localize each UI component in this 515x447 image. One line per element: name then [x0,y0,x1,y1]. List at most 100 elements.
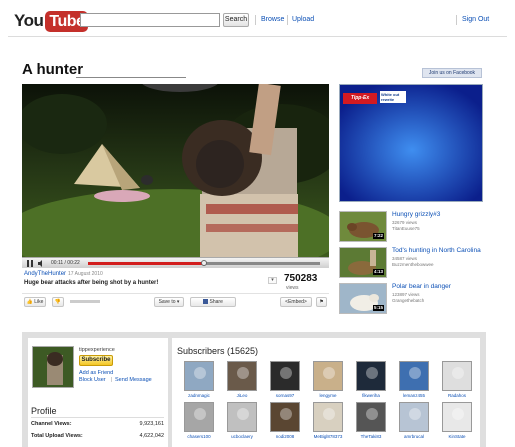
subscriber-name[interactable]: zadnmagic [180,393,218,398]
related-thumbnail[interactable]: 7:22 [339,211,387,242]
subscriber-item[interactable]: nodi2008 [270,402,300,444]
subscriber-name[interactable]: ucboclaery [223,434,261,439]
upload-date: 17 August 2010 [68,271,103,277]
subscriber-name[interactable]: fikweriha [352,393,390,398]
subscriber-item[interactable]: chasers100 [184,402,214,444]
add-friend-link[interactable]: Add as Friend [79,370,113,376]
progress-scrubber[interactable] [201,260,207,266]
related-video[interactable]: 5:15 Polar bear in danger 123897 views G… [339,283,485,317]
subscriber-avatar[interactable] [270,361,300,391]
related-title[interactable]: Tod's hunting in North Carolina [392,247,481,254]
subscriber-name[interactable]: lemanz455 [395,393,433,398]
subscriber-name[interactable]: chasers100 [180,434,218,439]
subscriber-avatar[interactable] [227,402,257,432]
subscriber-name[interactable]: nodi2008 [266,434,304,439]
subscriber-item[interactable]: lemanz455 [399,361,429,403]
subscriber-item[interactable]: ucboclaery [227,402,257,444]
subscriber-item[interactable]: amrbrucal [399,402,429,444]
sign-out-link[interactable]: Sign Out [462,16,489,23]
avatar-silhouette [452,367,464,379]
subscriber-avatar[interactable] [270,402,300,432]
embed-button[interactable]: <Embed> [280,297,312,307]
header-divider [456,15,457,25]
ad-brand-logo: Tipp-Ex [343,93,377,104]
subscriber-item[interactable]: KinState [442,402,472,444]
save-to-button[interactable]: Save to ▾ [154,297,184,307]
avatar-silhouette [366,367,378,379]
pause-icon[interactable] [26,260,34,267]
avatar-silhouette [323,408,335,420]
subscriber-avatar[interactable] [313,402,343,432]
join-facebook-button[interactable]: Join us on Facebook [422,68,482,78]
subscriber-avatar[interactable] [442,402,472,432]
subscriber-name[interactable]: sornas97 [266,393,304,398]
subscriber-item[interactable]: JiLeo [227,361,257,403]
related-channel: Grangethebatch [392,298,425,303]
subscriber-avatar[interactable] [184,402,214,432]
subscriber-item[interactable]: sornas97 [270,361,300,403]
subscriber-item[interactable]: Radahos [442,361,472,403]
subscriber-name[interactable]: lengyme [309,393,347,398]
related-video[interactable]: 4:13 Tod's hunting in North Carolina 345… [339,247,485,281]
view-count: 750283 [284,273,318,284]
search-button[interactable]: Search [223,13,249,27]
video-duration: 5:15 [372,305,384,311]
channel-avatar[interactable] [32,346,74,388]
avatar-silhouette [280,367,292,379]
subscriber-item[interactable]: zadnmagic [184,361,214,403]
subscriber-item[interactable]: TheTaki83 [356,402,386,444]
subscriber-avatar[interactable] [356,402,386,432]
related-thumbnail[interactable]: 4:13 [339,247,387,278]
flag-icon[interactable]: ⚑ [316,297,327,307]
subscriber-item[interactable]: lengyme [313,361,343,403]
subscriber-avatar[interactable] [399,402,429,432]
avatar-silhouette [323,367,335,379]
avatar-silhouette [237,408,249,420]
youtube-logo[interactable]: You Tube [14,10,89,32]
avatar-silhouette [409,408,421,420]
subscriber-name[interactable]: MeBigl878373 [309,434,347,439]
related-channel: TitanEuuse75 [392,226,420,231]
rating-bar [70,300,100,303]
subscriber-name[interactable]: KinState [438,434,476,439]
subscriber-item[interactable]: MeBigl878373 [313,402,343,444]
subscriber-name[interactable]: JiLeo [223,393,261,398]
related-views: 32679 views [392,220,418,225]
related-thumbnail[interactable]: 5:15 [339,283,387,314]
search-input[interactable] [80,13,220,27]
subscribe-button[interactable]: Subscribe [79,355,113,366]
progress-bar[interactable] [88,260,320,266]
browse-link[interactable]: Browse [261,16,284,23]
related-title[interactable]: Polar bear in danger [392,283,451,290]
subscriber-name[interactable]: amrbrucal [395,434,433,439]
subscriber-name[interactable]: TheTaki83 [352,434,390,439]
block-user-link[interactable]: Block User [79,377,106,383]
subscriber-avatar[interactable] [184,361,214,391]
subscriber-avatar[interactable] [442,361,472,391]
link-separator: | [111,377,113,383]
subscriber-item[interactable]: fikweriha [356,361,386,403]
youtube-watch-page: You Tube Search Browse Upload Sign Out A… [0,0,515,447]
like-button[interactable]: 👍 Like [24,297,46,307]
subscriber-avatar[interactable] [313,361,343,391]
header-divider [287,15,288,25]
share-button[interactable]: Share [190,297,236,307]
related-title[interactable]: Hungry grizzly#3 [392,211,440,218]
send-message-link[interactable]: Send Message [115,377,152,383]
subscriber-avatar[interactable] [227,361,257,391]
logo-you-text: You [14,11,44,30]
subscriber-avatar[interactable] [399,361,429,391]
dislike-button[interactable]: 👎 [52,297,64,307]
upload-link[interactable]: Upload [292,16,314,23]
uploader-link[interactable]: AndyTheHunter [24,271,66,277]
subscriber-avatar[interactable] [356,361,386,391]
video-player[interactable] [22,84,329,268]
related-video[interactable]: 7:22 Hungry grizzly#3 32679 views TitanE… [339,211,485,245]
chevron-down-icon[interactable]: ▾ [268,277,277,284]
video-duration: 4:13 [372,269,384,275]
subscriber-name[interactable]: Radahos [438,393,476,398]
ad-tagline: White out rewrite [380,91,406,103]
volume-icon[interactable] [38,260,45,267]
related-channel: Buzzmenthebowwee [392,262,434,267]
channel-views-label: Channel Views: [31,421,72,427]
